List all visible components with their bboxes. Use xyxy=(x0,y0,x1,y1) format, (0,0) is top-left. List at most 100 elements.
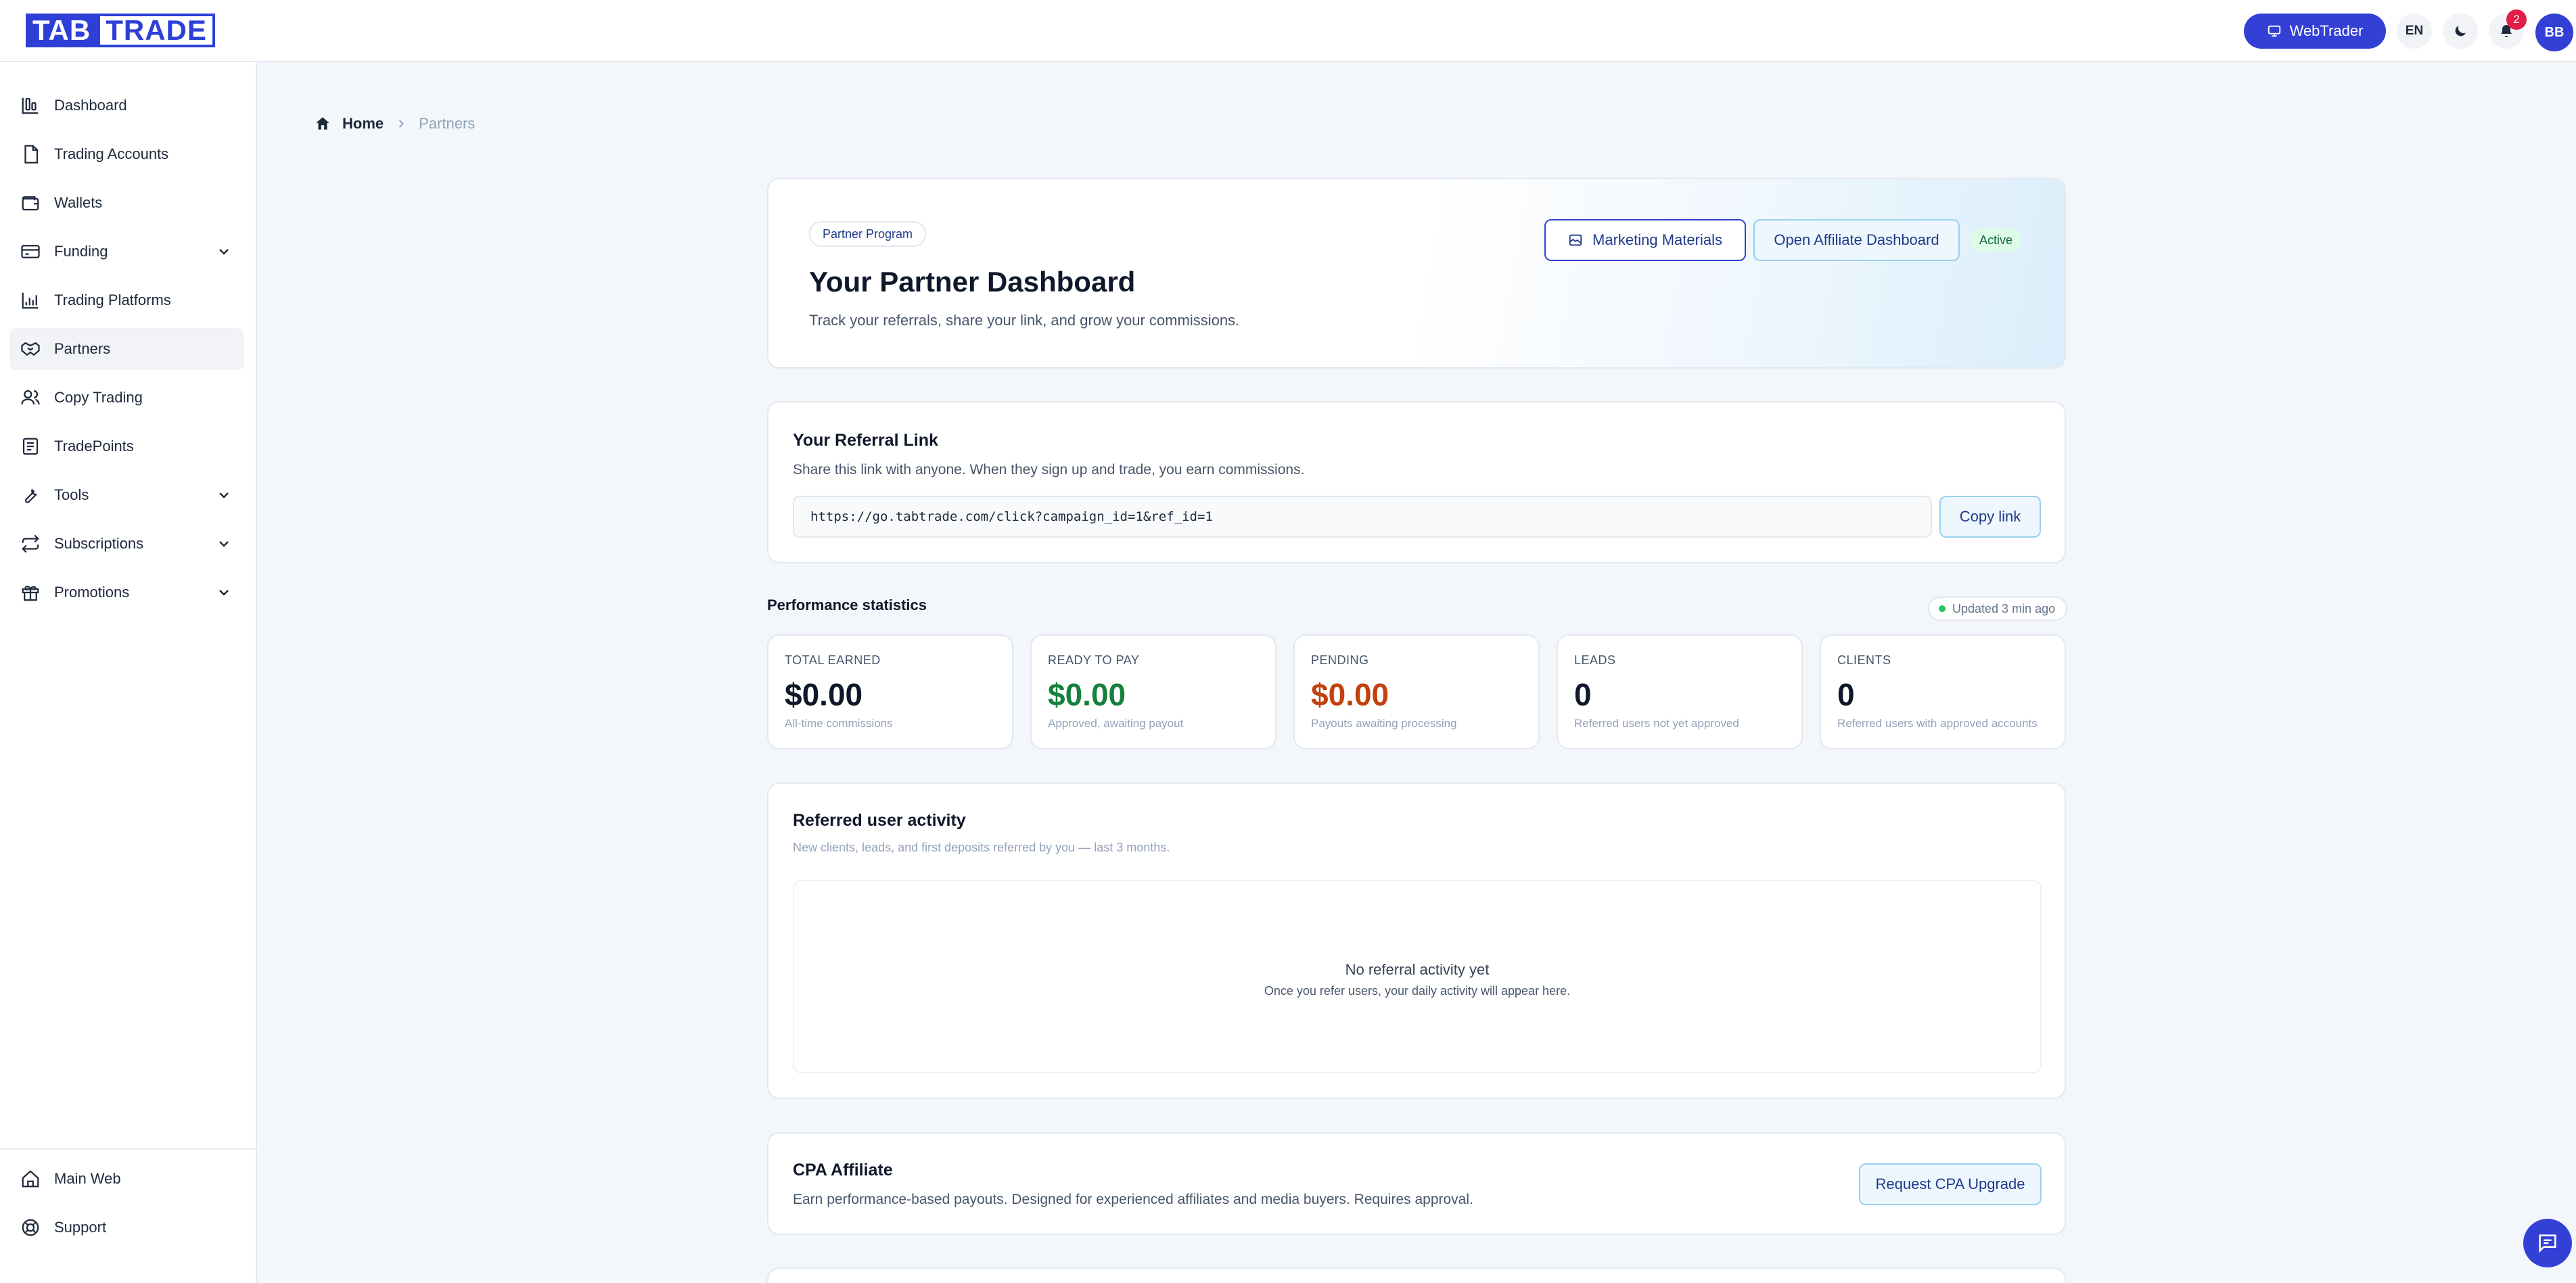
top-bar: TAB TRADE WebTrader EN 2 BB xyxy=(0,0,2576,62)
theme-toggle-button[interactable] xyxy=(2443,14,2478,49)
handshake-icon xyxy=(19,337,42,360)
sidebar-item-label: Trading Platforms xyxy=(54,291,171,308)
activity-title: Referred user activity xyxy=(793,811,966,830)
marketing-materials-button[interactable]: Marketing Materials xyxy=(1544,219,1746,261)
repeat-icon xyxy=(19,532,42,555)
avatar-initials: BB xyxy=(2544,24,2564,40)
webtrader-label: WebTrader xyxy=(2289,22,2364,39)
home-icon[interactable] xyxy=(314,115,331,133)
sidebar-item-label: Subscriptions xyxy=(54,535,144,552)
stat-value: 0 xyxy=(1837,677,1855,712)
stat-label: LEADS xyxy=(1574,653,1616,667)
sidebar-item-copy-trading[interactable]: Copy Trading xyxy=(9,377,244,419)
request-cpa-upgrade-button[interactable]: Request CPA Upgrade xyxy=(1859,1163,2042,1205)
page-subtitle: Track your referrals, share your link, a… xyxy=(809,312,1240,329)
chevron-down-icon[interactable] xyxy=(216,243,232,260)
referral-link-field[interactable]: https://go.tabtrade.com/click?campaign_i… xyxy=(793,496,1932,538)
sidebar-item-label: Tools xyxy=(54,486,89,503)
sidebar-item-trading-accounts[interactable]: Trading Accounts xyxy=(9,133,244,175)
sidebar-item-wallets[interactable]: Wallets xyxy=(9,182,244,224)
partner-program-badge: Partner Program xyxy=(809,221,927,247)
stat-description: All-time commissions xyxy=(785,717,893,730)
sidebar-item-label: Support xyxy=(54,1219,107,1236)
status-dot-icon xyxy=(1939,605,1946,612)
sidebar-item-main-web[interactable]: Main Web xyxy=(9,1158,244,1200)
chevron-right-icon xyxy=(394,117,408,131)
copy-link-button[interactable]: Copy link xyxy=(1939,496,2041,538)
sidebar-item-label: Main Web xyxy=(54,1170,121,1187)
stat-card-pending: PENDING $0.00 Payouts awaiting processin… xyxy=(1293,634,1540,749)
referral-description: Share this link with anyone. When they s… xyxy=(793,462,1305,477)
stat-description: Referred users not yet approved xyxy=(1574,717,1739,730)
sidebar-item-partners[interactable]: Partners xyxy=(9,328,244,370)
sidebar-item-subscriptions[interactable]: Subscriptions xyxy=(9,523,244,565)
updated-badge: Updated 3 min ago xyxy=(1928,597,2068,621)
sidebar-item-support[interactable]: Support xyxy=(9,1207,244,1249)
stat-card-leads: LEADS 0 Referred users not yet approved xyxy=(1557,634,1803,749)
marketing-materials-label: Marketing Materials xyxy=(1592,231,1722,248)
breadcrumb-home[interactable]: Home xyxy=(342,115,384,133)
monitor-icon xyxy=(2267,24,2282,39)
stat-card-clients: CLIENTS 0 Referred users with approved a… xyxy=(1820,634,2066,749)
stat-card-ready-to-pay: READY TO PAY $0.00 Approved, awaiting pa… xyxy=(1030,634,1276,749)
stat-value: $0.00 xyxy=(785,677,863,712)
chat-button[interactable] xyxy=(2523,1219,2572,1267)
chevron-down-icon[interactable] xyxy=(216,536,232,552)
logo[interactable]: TAB TRADE xyxy=(26,14,215,47)
breadcrumb: Home Partners xyxy=(314,115,475,133)
sidebar-item-funding[interactable]: Funding xyxy=(9,231,244,273)
stat-label: READY TO PAY xyxy=(1048,653,1140,667)
sidebar: Dashboard Trading Accounts Wallets Fundi… xyxy=(0,62,257,1283)
breadcrumb-current: Partners xyxy=(419,115,476,132)
stat-value: $0.00 xyxy=(1048,677,1126,712)
activity-subtitle: New clients, leads, and first deposits r… xyxy=(793,841,1170,854)
stat-description: Payouts awaiting processing xyxy=(1311,717,1457,730)
chat-icon xyxy=(2536,1232,2559,1255)
sidebar-item-label: TradePoints xyxy=(54,438,134,454)
sidebar-item-tradepoints[interactable]: TradePoints xyxy=(9,425,244,467)
empty-state-subtitle: Once you refer users, your daily activit… xyxy=(1264,984,1571,998)
logo-trade: TRADE xyxy=(97,14,215,47)
language-button[interactable]: EN xyxy=(2397,14,2432,49)
home-icon xyxy=(19,1167,42,1190)
partner-hero-card: Partner Program Your Partner Dashboard T… xyxy=(767,178,2066,369)
card-icon xyxy=(19,240,42,263)
sidebar-item-tools[interactable]: Tools xyxy=(9,474,244,516)
cpa-title: CPA Affiliate xyxy=(793,1161,893,1180)
sidebar-item-dashboard[interactable]: Dashboard xyxy=(9,85,244,126)
sidebar-item-promotions[interactable]: Promotions xyxy=(9,571,244,613)
chevron-down-icon[interactable] xyxy=(216,487,232,503)
next-section-card xyxy=(767,1267,2066,1283)
notification-count-badge: 2 xyxy=(2506,9,2527,30)
empty-state-title: No referral activity yet xyxy=(1345,961,1490,978)
moon-icon xyxy=(2452,23,2468,39)
wrench-icon xyxy=(19,484,42,507)
gift-icon xyxy=(19,581,42,604)
page-title: Your Partner Dashboard xyxy=(809,266,1136,298)
updated-label: Updated 3 min ago xyxy=(1952,601,2056,615)
referral-title: Your Referral Link xyxy=(793,431,938,450)
sidebar-item-label: Wallets xyxy=(54,194,103,211)
avatar[interactable]: BB xyxy=(2535,14,2573,51)
open-affiliate-dashboard-button[interactable]: Open Affiliate Dashboard xyxy=(1753,219,1960,261)
chevron-down-icon[interactable] xyxy=(216,584,232,601)
performance-title: Performance statistics xyxy=(767,597,927,613)
notifications-button[interactable]: 2 xyxy=(2489,9,2527,49)
cpa-description: Earn performance-based payouts. Designed… xyxy=(793,1192,1473,1207)
stat-value: 0 xyxy=(1574,677,1592,712)
sidebar-item-label: Promotions xyxy=(54,584,130,601)
image-icon xyxy=(1568,233,1583,248)
activity-empty-state: No referral activity yet Once you refer … xyxy=(793,880,2042,1073)
sidebar-item-trading-platforms[interactable]: Trading Platforms xyxy=(9,279,244,321)
chart-icon xyxy=(19,289,42,312)
stat-label: TOTAL EARNED xyxy=(785,653,881,667)
stat-card-total-earned: TOTAL EARNED $0.00 All-time commissions xyxy=(767,634,1013,749)
webtrader-button[interactable]: WebTrader xyxy=(2244,14,2386,49)
language-label: EN xyxy=(2405,24,2424,38)
sidebar-item-label: Copy Trading xyxy=(54,389,143,406)
stat-label: CLIENTS xyxy=(1837,653,1891,667)
stat-value: $0.00 xyxy=(1311,677,1389,712)
dashboard-icon xyxy=(19,94,42,117)
status-badge: Active xyxy=(1970,229,2023,252)
sidebar-item-label: Funding xyxy=(54,243,108,260)
